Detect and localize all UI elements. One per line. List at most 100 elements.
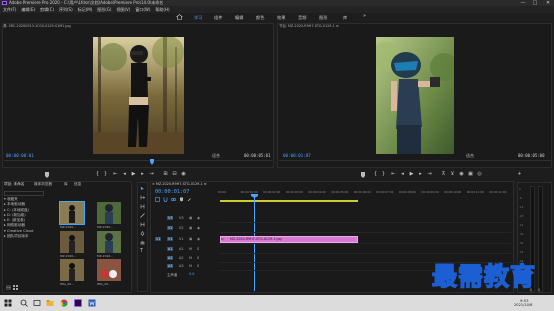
- menu-edit[interactable]: 编辑(E): [21, 6, 35, 13]
- workspace-tab-color[interactable]: 颜色: [256, 14, 264, 21]
- eye-icon[interactable]: ◉: [197, 226, 200, 230]
- lift-icon[interactable]: ⊼: [440, 171, 447, 178]
- menu-markers[interactable]: 标记(M): [78, 6, 93, 13]
- program-time-ruler[interactable]: [279, 160, 551, 165]
- settings-icon[interactable]: +: [516, 171, 523, 178]
- insert-icon[interactable]: ⊞: [162, 171, 169, 178]
- search-icon[interactable]: [20, 299, 28, 307]
- vr-icon[interactable]: ◎: [476, 171, 483, 178]
- extract-icon[interactable]: ⊻: [449, 171, 456, 178]
- mark-in-icon[interactable]: {: [372, 171, 379, 178]
- step-forward-icon[interactable]: ▸: [139, 171, 146, 178]
- add-marker-icon[interactable]: [179, 197, 184, 202]
- source-playhead-icon[interactable]: [150, 159, 154, 165]
- workspace-tab-audio[interactable]: 音频: [298, 14, 306, 21]
- premiere-pro-taskbar-icon[interactable]: [74, 299, 82, 307]
- menu-view[interactable]: 视图(V): [116, 6, 130, 13]
- step-back-icon[interactable]: ◂: [121, 171, 128, 178]
- go-to-out-icon[interactable]: ⇥: [426, 171, 433, 178]
- lock-icon[interactable]: ▣: [189, 237, 192, 241]
- type-tool-icon[interactable]: T: [140, 248, 143, 254]
- program-timecode[interactable]: 00:00:01:07: [283, 153, 311, 158]
- selection-tool-icon[interactable]: [140, 186, 145, 191]
- overwrite-icon[interactable]: ⊟: [171, 171, 178, 178]
- media-browser-search-input[interactable]: [4, 191, 44, 196]
- lock-icon[interactable]: ▣: [189, 216, 192, 220]
- go-to-out-icon[interactable]: ⇥: [148, 171, 155, 178]
- play-icon[interactable]: ▶: [408, 171, 415, 178]
- icon-view-icon[interactable]: [13, 285, 18, 290]
- play-icon[interactable]: ▶: [130, 171, 137, 178]
- media-thumbnail[interactable]: [97, 202, 121, 224]
- list-view-icon[interactable]: [6, 285, 11, 290]
- track-select-tool-icon[interactable]: [140, 195, 145, 200]
- track-lane-v2[interactable]: [219, 225, 511, 233]
- solo-button[interactable]: S: [197, 264, 199, 268]
- mark-out-icon[interactable]: }: [380, 171, 387, 178]
- tree-item-team-projects[interactable]: ▸ 团队项目版本: [4, 234, 56, 239]
- program-fit-dropdown[interactable]: 适合: [466, 153, 474, 158]
- tab-libraries[interactable]: 库: [64, 182, 68, 187]
- tab-project[interactable]: 项目: 未命名: [4, 182, 24, 187]
- slip-tool-icon[interactable]: [140, 222, 145, 227]
- track-target-v2[interactable]: V2: [167, 226, 174, 230]
- windows-start-icon[interactable]: [4, 299, 12, 307]
- menu-clip[interactable]: 剪辑(C): [40, 6, 54, 13]
- mute-button[interactable]: M: [189, 264, 192, 268]
- media-thumbnail[interactable]: [59, 201, 85, 225]
- menu-sequence[interactable]: 序列(S): [59, 6, 73, 13]
- timeline-sequence-tab[interactable]: × MZ-2020-R9H7-STG-0129-1 ≡: [152, 182, 207, 187]
- track-target-a1[interactable]: A1: [167, 247, 174, 251]
- master-volume-value[interactable]: 0.0: [189, 272, 194, 276]
- chrome-icon[interactable]: [60, 299, 68, 307]
- media-thumbnail[interactable]: [97, 231, 121, 253]
- menu-file[interactable]: 文件(F): [3, 6, 16, 13]
- mark-out-icon[interactable]: }: [102, 171, 109, 178]
- menu-window[interactable]: 窗口(W): [135, 6, 150, 13]
- work-area-bar[interactable]: [220, 200, 358, 202]
- solo-right-button[interactable]: S: [538, 288, 540, 292]
- source-timecode[interactable]: 00:00:00:01: [6, 153, 34, 158]
- source-patch-v1[interactable]: V1: [155, 237, 162, 241]
- track-target-a2[interactable]: A2: [167, 256, 174, 260]
- track-lane-v3[interactable]: [219, 215, 511, 223]
- tab-info[interactable]: 信息: [74, 182, 81, 187]
- export-frame-icon[interactable]: ◉: [180, 171, 187, 178]
- comparison-view-icon[interactable]: ▣: [467, 171, 474, 178]
- taskbar-clock-date[interactable]: 2021/10/8: [514, 303, 532, 307]
- file-explorer-icon[interactable]: [46, 299, 54, 307]
- workspace-tab-assembly[interactable]: 组件: [214, 14, 222, 21]
- source-fit-dropdown[interactable]: 适合: [212, 153, 220, 158]
- solo-button[interactable]: S: [197, 247, 199, 251]
- pen-tool-icon[interactable]: [140, 231, 145, 236]
- razor-tool-icon[interactable]: [140, 213, 145, 218]
- home-icon[interactable]: [176, 14, 183, 20]
- snap-icon[interactable]: [163, 197, 168, 202]
- eye-icon[interactable]: ◉: [197, 237, 200, 241]
- timeline-timecode[interactable]: 00:00:01:07: [155, 189, 189, 196]
- mark-in-icon[interactable]: {: [94, 171, 101, 178]
- workspace-tab-editing[interactable]: 编辑: [235, 14, 243, 21]
- tab-media-browser[interactable]: 媒体浏览器: [34, 182, 52, 187]
- linked-selection-icon[interactable]: [171, 197, 176, 202]
- ripple-edit-tool-icon[interactable]: [140, 204, 145, 209]
- wrench-icon[interactable]: [187, 197, 192, 202]
- source-time-ruler[interactable]: [4, 160, 272, 165]
- solo-button[interactable]: S: [197, 256, 199, 260]
- go-to-in-icon[interactable]: ⇤: [112, 171, 119, 178]
- playhead-handle-icon[interactable]: [251, 194, 258, 198]
- workspace-tab-libraries[interactable]: 库: [343, 14, 347, 21]
- workspace-more-button[interactable]: »: [363, 13, 366, 19]
- add-marker-icon[interactable]: [44, 172, 50, 178]
- step-back-icon[interactable]: ◂: [399, 171, 406, 178]
- mute-button[interactable]: M: [189, 256, 192, 260]
- word-icon[interactable]: [88, 299, 96, 307]
- media-thumbnail[interactable]: [60, 259, 84, 281]
- task-view-icon[interactable]: [33, 299, 41, 307]
- track-target-v3[interactable]: V3: [167, 216, 174, 220]
- insert-sequence-nest-icon[interactable]: [155, 197, 160, 202]
- hand-tool-icon[interactable]: [140, 240, 145, 245]
- go-to-in-icon[interactable]: ⇤: [390, 171, 397, 178]
- media-thumbnail[interactable]: [60, 231, 84, 253]
- track-lane-a1[interactable]: [219, 246, 511, 254]
